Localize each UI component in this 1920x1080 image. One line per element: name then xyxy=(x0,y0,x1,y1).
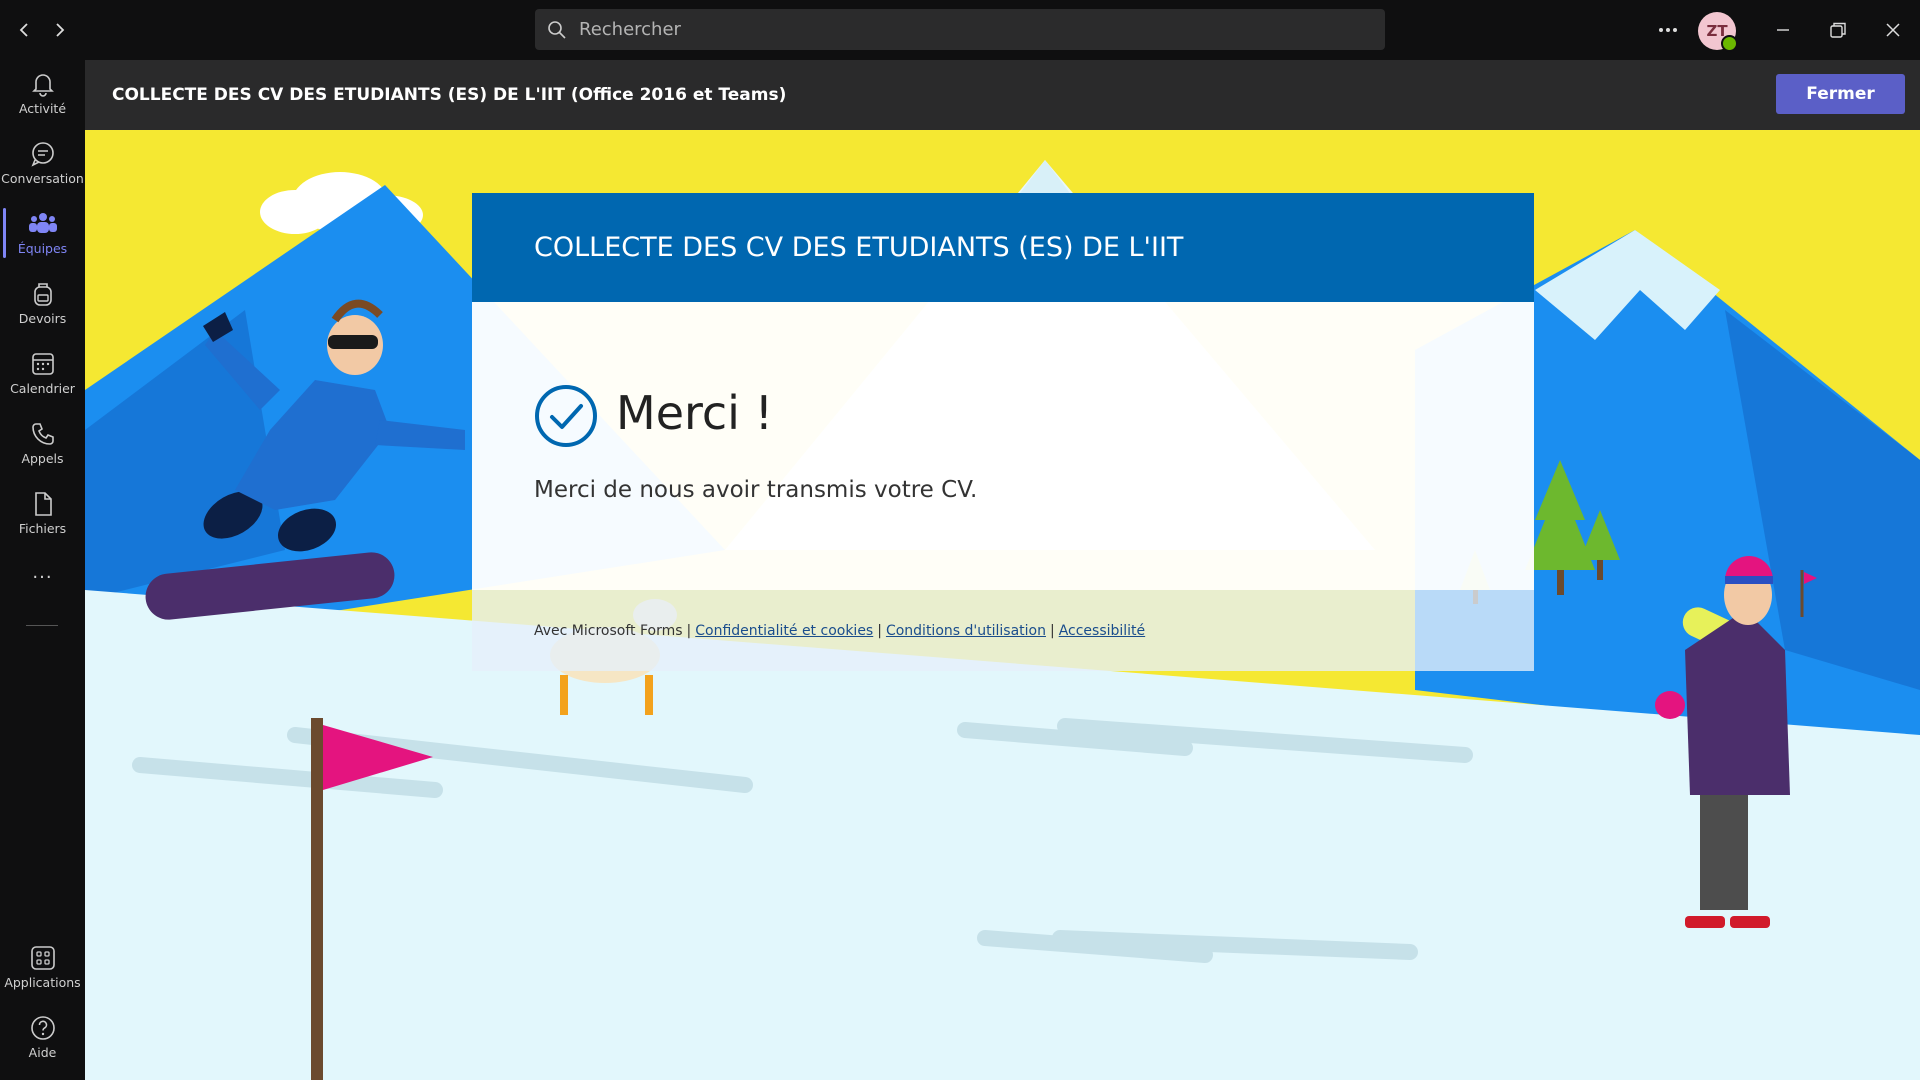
rail-label: Fichiers xyxy=(18,520,67,536)
chevron-left-icon xyxy=(19,23,28,37)
phone-icon xyxy=(31,422,54,445)
check-circle-icon xyxy=(535,385,597,447)
forward-button[interactable] xyxy=(44,14,76,46)
rail-more-button[interactable]: ... xyxy=(0,552,85,592)
rail-item-applications[interactable]: Applications xyxy=(0,934,85,1000)
terms-link[interactable]: Conditions d'utilisation xyxy=(886,623,1046,639)
rail-item-fichiers[interactable]: Fichiers xyxy=(0,480,85,546)
rail-label: Équipes xyxy=(17,240,68,256)
title-bar: ZT xyxy=(0,0,1920,60)
restore-button[interactable] xyxy=(1815,8,1861,52)
bell-icon xyxy=(31,73,54,97)
more-options-button[interactable] xyxy=(1650,14,1686,46)
app-header: COLLECTE DES CV DES ETUDIANTS (ES) DE L'… xyxy=(85,60,1920,130)
footer-separator: | xyxy=(877,622,882,639)
rail-item-aide[interactable]: Aide xyxy=(0,1004,85,1070)
minimize-icon xyxy=(1777,29,1789,31)
privacy-link[interactable]: Confidentialité et cookies xyxy=(695,623,873,639)
rail-item-equipes[interactable]: Équipes xyxy=(0,200,85,266)
thanks-title: Merci ! xyxy=(616,386,774,440)
search-input[interactable] xyxy=(577,18,1361,41)
app-rail: Activité Conversation Équipes Devoirs Ca… xyxy=(0,60,85,1080)
avatar[interactable]: ZT xyxy=(1698,12,1738,52)
rail-label: Conversation xyxy=(1,170,84,186)
file-icon xyxy=(34,491,52,516)
rail-label: Aide xyxy=(28,1044,57,1060)
fermer-button[interactable]: Fermer xyxy=(1776,74,1905,114)
form-content: COLLECTE DES CV DES ETUDIANTS (ES) DE L'… xyxy=(85,130,1920,1080)
rail-label: Activité xyxy=(18,100,67,116)
restore-icon xyxy=(1830,22,1846,38)
accessibility-link[interactable]: Accessibilité xyxy=(1059,623,1145,639)
backpack-icon xyxy=(33,282,52,306)
close-icon xyxy=(1886,23,1900,37)
form-card: COLLECTE DES CV DES ETUDIANTS (ES) DE L'… xyxy=(472,193,1534,671)
ellipsis-icon xyxy=(1659,28,1677,32)
presence-available-icon xyxy=(1721,35,1738,52)
help-icon xyxy=(30,1015,55,1040)
rail-divider xyxy=(26,625,58,626)
search-box[interactable] xyxy=(535,9,1385,50)
apps-icon xyxy=(30,945,55,970)
rail-item-conversation[interactable]: Conversation xyxy=(0,130,85,196)
calendar-icon xyxy=(31,352,54,375)
chevron-right-icon xyxy=(56,23,65,37)
form-footer: Avec Microsoft Forms | Confidentialité e… xyxy=(472,590,1534,671)
minimize-button[interactable] xyxy=(1760,8,1806,52)
chat-icon xyxy=(30,141,54,167)
teams-icon xyxy=(28,212,57,233)
form-title: COLLECTE DES CV DES ETUDIANTS (ES) DE L'… xyxy=(472,193,1534,302)
footer-separator: | xyxy=(686,622,692,639)
back-button[interactable] xyxy=(8,14,40,46)
ellipsis-icon: ... xyxy=(32,561,53,583)
rail-item-activite[interactable]: Activité xyxy=(0,60,85,126)
close-window-button[interactable] xyxy=(1870,8,1916,52)
rail-label: Devoirs xyxy=(18,310,67,326)
rail-item-appels[interactable]: Appels xyxy=(0,410,85,476)
confirmation-panel: Merci ! Merci de nous avoir transmis vot… xyxy=(472,302,1534,590)
page-title: COLLECTE DES CV DES ETUDIANTS (ES) DE L'… xyxy=(112,85,787,105)
powered-by-text: Avec Microsoft Forms xyxy=(534,622,683,639)
rail-item-calendrier[interactable]: Calendrier xyxy=(0,340,85,406)
rail-item-devoirs[interactable]: Devoirs xyxy=(0,270,85,336)
search-icon xyxy=(548,20,566,39)
thanks-message: Merci de nous avoir transmis votre CV. xyxy=(534,477,978,503)
rail-label: Applications xyxy=(4,974,81,990)
footer-separator: | xyxy=(1049,622,1055,639)
rail-label: Calendrier xyxy=(10,380,75,396)
rail-label: Appels xyxy=(21,450,64,466)
